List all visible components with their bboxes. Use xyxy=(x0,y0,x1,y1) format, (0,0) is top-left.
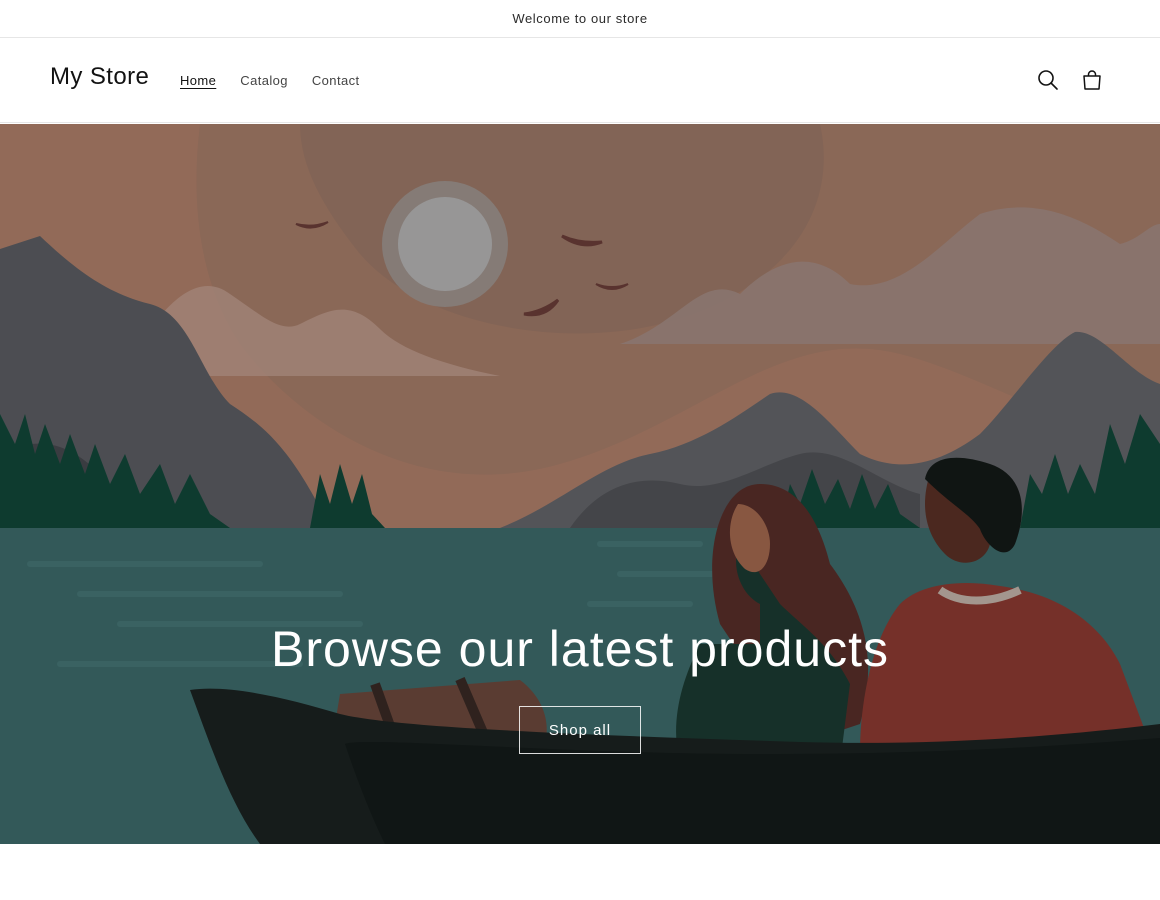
announcement-text: Welcome to our store xyxy=(512,11,648,26)
main-nav: Home Catalog Contact xyxy=(180,73,360,88)
search-button[interactable] xyxy=(1026,58,1070,102)
hero-banner: Browse our latest products Shop all xyxy=(0,124,1160,844)
cart-button[interactable] xyxy=(1070,58,1114,102)
nav-item-catalog[interactable]: Catalog xyxy=(240,73,288,88)
store-logo[interactable]: My Store xyxy=(50,63,149,91)
shop-all-button[interactable]: Shop all xyxy=(519,706,641,754)
site-header: My Store Home Catalog Contact xyxy=(0,39,1160,123)
search-icon xyxy=(1038,70,1058,90)
hero-heading: Browse our latest products xyxy=(271,621,889,677)
cart-icon xyxy=(1083,70,1101,90)
nav-item-home[interactable]: Home xyxy=(180,73,216,88)
nav-item-contact[interactable]: Contact xyxy=(312,73,360,88)
announcement-bar: Welcome to our store xyxy=(0,0,1160,38)
